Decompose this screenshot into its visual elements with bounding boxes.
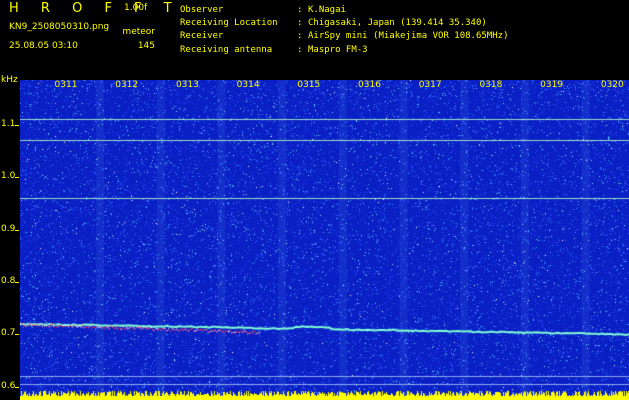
info-sep: : bbox=[297, 18, 303, 29]
detection-count: 145 bbox=[137, 41, 155, 51]
time-tick-label: 0317 bbox=[418, 80, 442, 90]
info-sep: : bbox=[297, 31, 303, 42]
time-tick-label: 0320 bbox=[600, 80, 624, 90]
info-sep: : bbox=[297, 44, 303, 55]
y-tick bbox=[15, 281, 19, 283]
info-labels: Observer Receiving Location Receiver Rec… bbox=[180, 4, 278, 57]
time-tick-label: 0316 bbox=[358, 80, 381, 90]
app-title: H R O F F T bbox=[9, 1, 181, 16]
y-tick bbox=[15, 334, 19, 336]
y-tick-label: 0.6 bbox=[1, 380, 16, 391]
app-version: 1.00f bbox=[124, 3, 148, 13]
y-tick-label: 1.0 bbox=[1, 171, 16, 182]
y-tick-label: 0.7 bbox=[1, 328, 16, 339]
y-tick-label: 0.9 bbox=[1, 223, 16, 234]
mode-label: meteor bbox=[122, 27, 155, 37]
info-value-location: Chigasaki, Japan (139.414 35.340) bbox=[308, 18, 487, 29]
y-tick bbox=[15, 124, 19, 126]
time-tick-label: 0314 bbox=[236, 80, 260, 90]
header: H R O F F T 1.00f KN9_2508050310.png 25.… bbox=[0, 0, 629, 76]
time-tick-label: 0318 bbox=[479, 80, 503, 90]
axis-unit: kHz bbox=[1, 75, 18, 85]
y-tick-label: 1.1 bbox=[1, 118, 16, 129]
y-tick bbox=[15, 229, 19, 231]
y-tick bbox=[15, 177, 19, 179]
info-value-observer: K.Nagai bbox=[308, 5, 346, 15]
info-label-receiver: Receiver bbox=[180, 31, 224, 42]
time-tick-label: 0312 bbox=[115, 80, 139, 90]
info-label-antenna: Receiving antenna bbox=[180, 44, 273, 55]
y-tick bbox=[15, 386, 19, 388]
y-tick-label: 0.8 bbox=[1, 275, 16, 286]
time-tick-label: 0319 bbox=[540, 80, 564, 90]
info-label-location: Receiving Location bbox=[180, 18, 278, 29]
hrofft-window: H R O F F T 1.00f KN9_2508050310.png 25.… bbox=[0, 0, 629, 400]
info-separators: : : : : bbox=[297, 4, 302, 57]
info-value-antenna: Maspro FM-3 bbox=[308, 44, 368, 55]
info-sep: : bbox=[297, 5, 303, 15]
time-tick-label: 0315 bbox=[297, 80, 321, 90]
time-tick-label: 0311 bbox=[54, 80, 78, 90]
time-tick-label: 0313 bbox=[175, 80, 199, 90]
info-values: K.Nagai Chigasaki, Japan (139.414 35.340… bbox=[308, 4, 508, 57]
info-label-observer: Observer bbox=[180, 5, 224, 15]
info-value-receiver: AirSpy mini (Miakejima VOR 108.65MHz) bbox=[308, 31, 509, 42]
spectrogram bbox=[20, 80, 629, 400]
datetime: 25.08.05 03:10 bbox=[9, 41, 78, 51]
